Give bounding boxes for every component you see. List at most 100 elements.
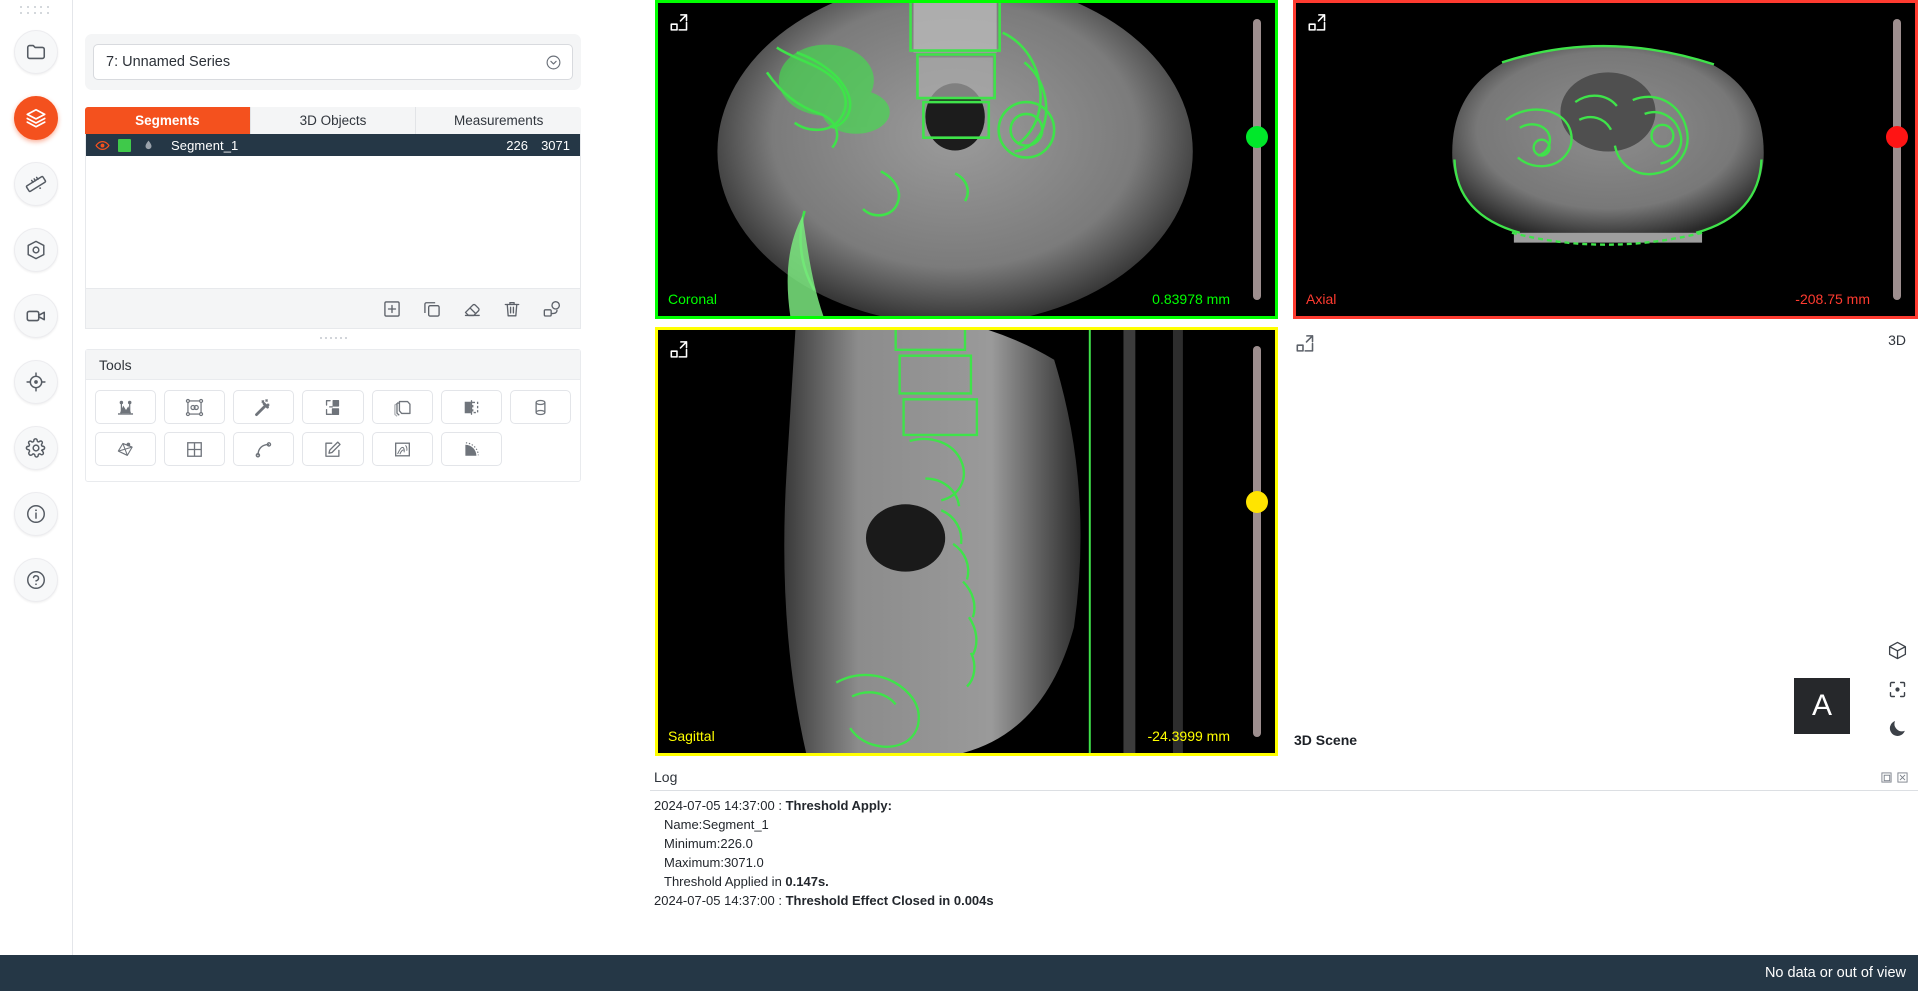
tool-bounding-box[interactable] [164,390,225,424]
video-camera-icon [25,305,47,327]
layers-icon [25,107,47,129]
viewport-3d-label: 3D Scene [1294,732,1357,748]
viewport-axial[interactable]: Axial -208.75 mm [1293,0,1918,319]
panel-tabs: Segments 3D Objects Measurements [85,107,581,134]
center-focus-icon[interactable] [1887,679,1908,700]
application-root: 7: Unnamed Series Segments 3D Objects Me… [0,0,1918,991]
log-line: 2024-07-05 14:37:00 : Threshold Apply: [650,796,1918,815]
plus-square-icon[interactable] [382,299,402,319]
tool-magic-wand[interactable] [233,390,294,424]
log-line: 2024-07-05 14:37:00 : Threshold Effect C… [650,891,1918,910]
droplet-icon[interactable] [131,138,165,152]
viewport-sagittal[interactable]: Sagittal -24.3999 mm [655,327,1278,756]
axial-slice-slider[interactable] [1893,19,1901,300]
sidebar-item-information[interactable] [14,492,58,536]
tool-angle-measure[interactable] [441,432,502,466]
eraser-icon[interactable] [462,299,482,319]
expand-icon[interactable] [1306,11,1328,33]
viewport-value-axial: -208.75 mm [1795,291,1870,307]
question-mark-icon [25,569,47,591]
sidebar-item-help[interactable] [14,558,58,602]
log-line-prefix: Name:Segment_1 [664,817,769,832]
log-body[interactable]: 2024-07-05 14:37:00 : Threshold Apply: N… [650,790,1918,955]
moon-icon[interactable] [1887,718,1908,739]
log-line-prefix: 2024-07-05 14:37:00 : [654,798,786,813]
viewport-label-axial: Axial [1306,291,1336,307]
log-line: Minimum:226.0 [650,834,1918,853]
sidebar-item-screen-capture[interactable] [14,294,58,338]
segment-color-swatch[interactable] [118,139,131,152]
tool-grid-segment[interactable] [164,432,225,466]
tool-region-grow[interactable] [302,390,363,424]
sagittal-slider-handle[interactable] [1246,491,1268,513]
log-line-bold: Threshold Apply: [786,798,892,813]
tab-segments[interactable]: Segments [85,107,251,134]
tool-image-filter[interactable] [372,432,433,466]
sidebar-item-target-registration[interactable] [14,360,58,404]
copy-icon[interactable] [422,299,442,319]
tool-threshold[interactable] [95,390,156,424]
detach-window-icon[interactable] [1881,772,1892,783]
coronal-slider-handle[interactable] [1246,126,1268,148]
viewport-label-coronal: Coronal [668,291,717,307]
sidebar-item-measurements[interactable] [14,162,58,206]
rail-drag-handle[interactable] [20,6,52,16]
panel-resize-handle[interactable] [85,333,581,343]
tool-cylinder-mask[interactable] [510,390,571,424]
cube-outline-icon[interactable] [1887,640,1908,661]
log-line-bold: 0.147s. [785,874,828,889]
tool-split-mask[interactable] [441,390,502,424]
tab-measurements[interactable]: Measurements [416,107,581,134]
axial-slider-handle[interactable] [1886,126,1908,148]
viewport-value-sagittal: -24.3999 mm [1148,728,1230,744]
sidebar-item-segmentation-layers[interactable] [14,96,58,140]
region-grow-icon [322,397,343,418]
tool-edit-mask[interactable] [302,432,363,466]
edit-square-icon [322,439,343,460]
table-row[interactable]: Segment_1 226 3071 [86,134,580,156]
log-header: Log [650,764,1918,790]
expand-icon[interactable] [668,338,690,360]
tools-title: Tools [86,350,580,380]
viewport-coronal[interactable]: Coronal 0.83978 mm [655,0,1278,319]
coronal-slice-slider[interactable] [1253,19,1261,300]
trash-icon[interactable] [502,299,522,319]
tab-3d-objects[interactable]: 3D Objects [251,107,417,134]
sidebar-item-settings[interactable] [14,426,58,470]
log-panel: Log 2024-07-05 14:37:00 : Threshold Appl… [650,764,1918,955]
series-dropdown[interactable]: 7: Unnamed Series [93,44,573,80]
tool-smart-fill[interactable] [95,432,156,466]
viewport-3d-toolbar [1887,640,1908,739]
expand-icon[interactable] [668,11,690,33]
boolean-ops-icon[interactable] [542,299,562,319]
series-selector-card: 7: Unnamed Series [85,34,581,90]
cube-icon [25,239,47,261]
viewport-label-sagittal: Sagittal [668,728,715,744]
sidebar-item-data-folder[interactable] [14,30,58,74]
gear-icon [25,437,47,459]
log-line-bold: Threshold Effect Closed in 0.004s [786,893,994,908]
protractor-icon [461,439,482,460]
left-icon-rail [0,0,73,955]
expand-icon[interactable] [1294,332,1316,354]
chevron-down-circle-icon[interactable] [545,54,562,71]
log-line-prefix: Threshold Applied in [664,874,785,889]
close-box-icon[interactable] [1897,772,1908,783]
eye-icon[interactable] [90,138,114,153]
viewport-3d-corner-label: 3D [1888,332,1906,348]
orientation-axis-badge[interactable]: A [1794,678,1850,734]
left-panel: 7: Unnamed Series Segments 3D Objects Me… [74,0,592,955]
tool-multiple-slice-edit[interactable] [372,390,433,424]
sagittal-slice-slider[interactable] [1253,346,1261,737]
log-line-prefix: 2024-07-05 14:37:00 : [654,893,786,908]
grid-icon [184,439,205,460]
bezier-curve-icon [253,439,274,460]
tool-curve[interactable] [233,432,294,466]
segment-list: Segment_1 226 3071 [85,134,581,289]
segment-toolbar [85,289,581,329]
log-line-prefix: Minimum:226.0 [664,836,753,851]
sidebar-item-3d-objects[interactable] [14,228,58,272]
log-line-prefix: Maximum:3071.0 [664,855,764,870]
segment-min-value: 226 [482,138,528,153]
sagittal-scan-image [658,330,1275,755]
